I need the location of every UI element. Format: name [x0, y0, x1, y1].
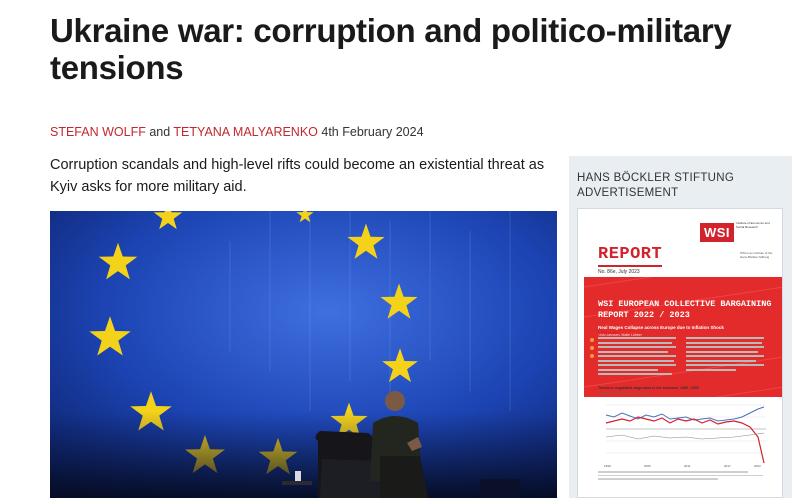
- report-heading: REPORT: [598, 245, 663, 264]
- svg-text:2017: 2017: [724, 464, 731, 468]
- article-headline: Ukraine war: corruption and politico-mil…: [50, 12, 732, 86]
- svg-text:1999: 1999: [604, 464, 611, 468]
- svg-text:2005: 2005: [644, 464, 651, 468]
- figure-caption: Trends in negotiated wage rates in the e…: [598, 386, 699, 390]
- summary-heading: SUMMARY: [598, 330, 619, 335]
- publish-date: 4th February 2024: [317, 125, 424, 139]
- report-number: No. 86e, July 2023: [598, 269, 640, 275]
- author-link-stefan-wolff[interactable]: STEFAN WOLFF: [50, 125, 146, 139]
- svg-text:2023: 2023: [754, 464, 761, 468]
- wsi-note: WSI is an institute of the Hans-Böckler-…: [740, 251, 773, 259]
- byline: STEFAN WOLFF and TETYANA MALYARENKO 4th …: [50, 125, 424, 139]
- report-mini-chart: 1999 2005 2011 2017 2023: [604, 404, 766, 468]
- sidebar-advertisement: HANS BÖCKLER STIFTUNG ADVERTISEMENT WSI …: [569, 156, 792, 498]
- svg-text:2011: 2011: [684, 464, 691, 468]
- report-subtitle: Real Wages Collapse across Europe due to…: [598, 325, 724, 330]
- ad-report-cover[interactable]: WSI Institute of Economic and Social Res…: [577, 208, 783, 498]
- figure-source-notes: [598, 471, 768, 482]
- byline-conjunction: and: [145, 125, 174, 139]
- hero-image: [50, 211, 557, 498]
- figure-subcaption: Change from previous year, in per cent: [598, 391, 650, 395]
- report-underline: [598, 265, 662, 267]
- summary-markers: [590, 338, 594, 358]
- report-title: WSI EUROPEAN COLLECTIVE BARGAINING REPOR…: [598, 299, 772, 320]
- wsi-logo-subtitle: Institute of Economic and Social Researc…: [736, 221, 770, 229]
- wsi-logo: WSI: [699, 223, 734, 242]
- ad-label: HANS BÖCKLER STIFTUNG ADVERTISEMENT: [577, 172, 735, 199]
- article-standfirst: Corruption scandals and high-level rifts…: [50, 157, 545, 195]
- author-link-tetyana-malyarenko[interactable]: TETYANA MALYARENKO: [173, 125, 317, 139]
